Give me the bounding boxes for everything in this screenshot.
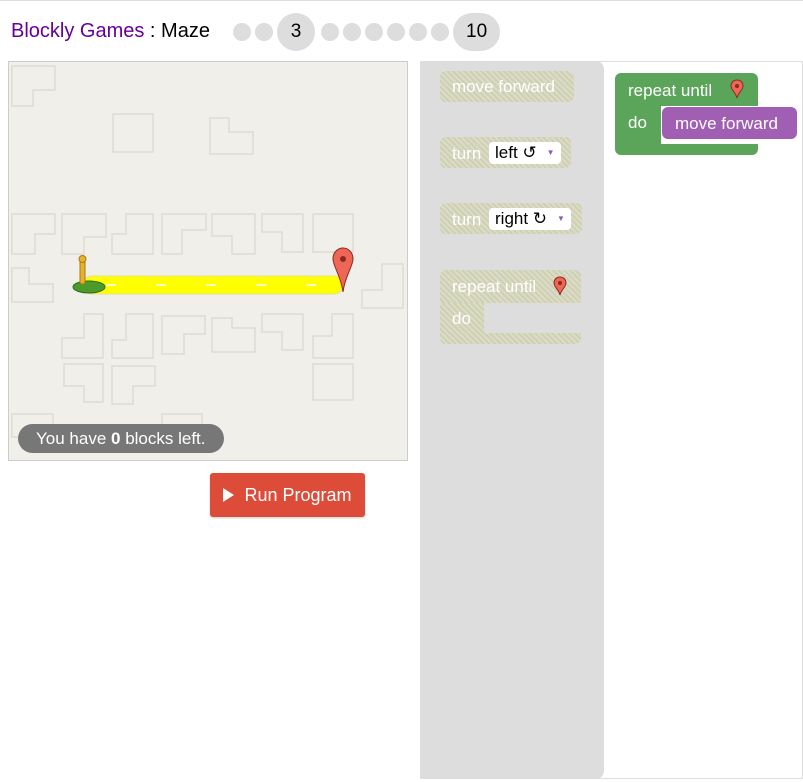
dropdown-arrow-icon: ▼ [546,148,555,157]
goal-marker-icon [730,79,744,99]
level-selector: 3 10 [233,13,506,51]
workspace-move-forward-block[interactable]: move forward [662,107,797,139]
turn-right-value: right ↻ [495,209,548,228]
game-name: Maze [161,20,210,42]
toolbox-repeat-until-block[interactable]: repeat until do [440,270,581,344]
turn-right-label: turn [452,210,482,229]
level-current[interactable]: 3 [277,13,315,51]
title-separator: : [144,20,162,42]
capacity-bubble: You have 0 blocks left. [18,424,224,453]
capacity-suffix: blocks left. [120,429,206,448]
repeat-do-label: do [628,113,647,132]
level-5-dot[interactable] [343,23,361,41]
level-9-dot[interactable] [431,23,449,41]
run-program-label: Run Program [244,484,352,505]
move-forward-label: move forward [452,77,555,96]
maze-board: You have 0 blocks left. [8,61,408,461]
turn-left-label: turn [452,144,482,163]
capacity-prefix: You have [36,429,111,448]
page-title: Blockly Games : Maze [11,20,210,43]
toolbox-flyout: move forward turn left ↺ ▼ turn right ↻ … [420,61,604,779]
move-forward-label: move forward [675,114,778,133]
turn-right-dropdown[interactable]: right ↻ ▼ [489,208,571,230]
level-8-dot[interactable] [409,23,427,41]
repeat-do-label: do [452,309,471,328]
pegman-start-icon [72,255,106,294]
level-2-dot[interactable] [255,23,273,41]
header: Blockly Games : Maze 3 10 [0,0,803,63]
level-last[interactable]: 10 [453,13,501,51]
toolbox-turn-left-block[interactable]: turn left ↺ ▼ [440,137,571,168]
level-1-dot[interactable] [233,23,251,41]
repeat-until-label: repeat until [452,277,537,296]
level-7-dot[interactable] [387,23,405,41]
level-4-dot[interactable] [321,23,339,41]
turn-left-value: left ↺ [495,143,537,162]
level-6-dot[interactable] [365,23,383,41]
goal-marker-icon [553,276,567,296]
toolbox-move-forward-block[interactable]: move forward [440,71,574,102]
run-program-button[interactable]: Run Program [210,473,365,517]
app-name-link[interactable]: Blockly Games [11,20,144,42]
repeat-until-label: repeat until [628,81,713,100]
maze-walls [11,65,404,438]
dropdown-arrow-icon: ▼ [557,214,565,223]
play-icon [223,488,235,502]
turn-left-dropdown[interactable]: left ↺ ▼ [489,142,561,164]
toolbox-turn-right-block[interactable]: turn right ↻ ▼ [440,203,582,234]
